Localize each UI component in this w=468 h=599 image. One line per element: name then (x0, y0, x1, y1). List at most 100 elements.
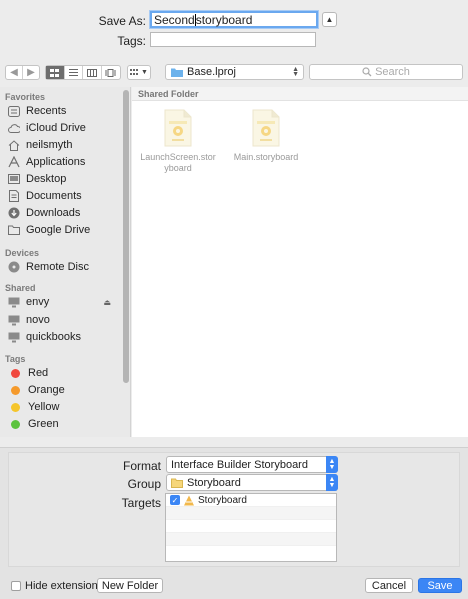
sidebar-item-applications[interactable]: Applications (8, 154, 123, 170)
sidebar-scrollbar[interactable] (123, 90, 129, 383)
format-value: Interface Builder Storyboard (171, 458, 308, 471)
hide-extension-label: Hide extension (25, 580, 98, 592)
sidebar-item-icloud-drive[interactable]: iCloud Drive (8, 120, 123, 136)
tags-field[interactable] (150, 32, 316, 47)
sidebar-item-label: Remote Disc (26, 261, 89, 273)
checkmark-icon[interactable]: ✓ (170, 495, 180, 505)
empty-row (166, 533, 336, 546)
columns-icon (86, 68, 97, 77)
nav-buttons: ◀ ▶ (5, 65, 40, 80)
sidebar-item-label: quickbooks (26, 331, 82, 343)
file-item[interactable]: LaunchScreen.stor yboard (138, 109, 218, 174)
empty-row (166, 546, 336, 559)
disc-icon (8, 261, 20, 273)
chevron-up-icon: ▲ (325, 15, 334, 24)
arrange-grid-icon (130, 69, 139, 75)
grid-icon (50, 68, 60, 77)
sidebar-tag-orange[interactable]: Orange (8, 382, 123, 398)
sidebar-item-label: envy (26, 296, 50, 308)
view-mode-group (45, 65, 121, 80)
target-label: Storyboard (198, 494, 247, 506)
coverflow-view-button[interactable] (102, 66, 120, 79)
sidebar-item-quickbooks[interactable]: quickbooks (8, 329, 123, 345)
checkbox-box[interactable] (11, 581, 21, 591)
sidebar-item-label: iCloud Drive (26, 122, 86, 134)
folder-icon (8, 224, 20, 236)
column-view-button[interactable] (83, 66, 102, 79)
sidebar-item-documents[interactable]: Documents (8, 188, 123, 204)
sidebar-item-label: Red (28, 367, 49, 379)
updown-arrows-icon: ▲ ▼ (292, 66, 299, 78)
save-as-value-start: Second (154, 13, 195, 27)
sidebar-tag-yellow[interactable]: Yellow (8, 399, 123, 415)
sidebar-item-label: Recents (26, 105, 67, 117)
app-target-icon (184, 495, 194, 505)
sidebar-item-desktop[interactable]: Desktop (8, 171, 123, 187)
sidebar-item-recents[interactable]: Recents (8, 103, 123, 119)
sidebar-item-label: Downloads (26, 207, 81, 219)
sidebar-item-envy[interactable]: envy ⏏ (8, 294, 123, 310)
tag-dot-icon (11, 402, 20, 412)
sidebar-item-downloads[interactable]: Downloads (8, 205, 123, 221)
back-icon[interactable]: ◀ (6, 66, 23, 79)
tag-dot-icon (11, 419, 20, 429)
sidebar-item-label: Google Drive (26, 224, 91, 236)
group-label: Group (127, 477, 161, 491)
applications-icon (8, 156, 20, 168)
search-field[interactable]: Search (309, 64, 463, 80)
sidebar-item-label: Green (28, 418, 59, 430)
save-header: Save As: Secondstoryboard ▲ Tags: (0, 0, 468, 58)
cloud-icon (8, 122, 20, 134)
tag-dot-icon (11, 368, 20, 378)
sidebar-tag-green[interactable]: Green (8, 416, 123, 432)
save-as-field[interactable]: Secondstoryboard (150, 11, 318, 28)
list-view-button[interactable] (65, 66, 83, 79)
cancel-button[interactable]: Cancel (365, 578, 413, 593)
sidebar-header-shared: Shared (5, 283, 36, 293)
sidebar-item-remote-disc[interactable]: Remote Disc (8, 259, 123, 275)
sidebar-header-devices: Devices (5, 248, 40, 258)
sidebar-item-label: Applications (26, 156, 86, 168)
eject-icon[interactable]: ⏏ (103, 298, 111, 307)
search-placeholder: Search (375, 66, 410, 78)
tag-dot-icon (11, 385, 20, 395)
target-row[interactable]: ✓ Storyboard (166, 494, 336, 507)
forward-icon[interactable]: ▶ (23, 66, 39, 79)
targets-list: ✓ Storyboard (165, 493, 337, 562)
new-folder-button[interactable]: New Folder (97, 578, 163, 593)
sidebar-item-google-drive[interactable]: Google Drive (8, 222, 123, 238)
file-browser: Shared Folder LaunchScreen.stor yboard M… (132, 87, 468, 437)
documents-icon (8, 190, 20, 202)
computer-icon (8, 296, 20, 308)
save-as-value-end: storyboard (195, 13, 253, 27)
icon-view-button[interactable] (46, 66, 65, 79)
file-name-line1: Main.storyboard (233, 152, 299, 162)
sidebar-item-label: Yellow (28, 401, 60, 413)
coverflow-icon (105, 68, 116, 77)
tags-label: Tags: (117, 34, 146, 48)
storyboard-file-icon (251, 109, 281, 147)
collapse-button[interactable]: ▲ (322, 12, 337, 27)
list-icon (68, 68, 78, 76)
format-label: Format (122, 459, 161, 473)
folder-icon (171, 478, 183, 488)
group-popup[interactable]: Storyboard ▲ ▼ (166, 474, 338, 491)
arrange-button[interactable]: ▼ (127, 65, 151, 80)
sidebar-item-label: neilsmyth (26, 139, 73, 151)
format-popup[interactable]: Interface Builder Storyboard ▲ ▼ (166, 456, 338, 473)
sidebar-item-label: Orange (28, 384, 65, 396)
location-popup[interactable]: Base.lproj ▲ ▼ (165, 64, 304, 80)
sidebar-item-novo[interactable]: novo (8, 312, 123, 328)
save-button[interactable]: Save (418, 578, 462, 593)
sidebar: Favorites Recents iCloud Drive neilsmyth… (0, 87, 131, 437)
sidebar-tag-red[interactable]: Red (8, 365, 123, 381)
updown-arrows-icon: ▲ ▼ (326, 456, 338, 473)
search-icon (362, 67, 372, 77)
file-item[interactable]: Main.storyboard (226, 109, 306, 163)
sidebar-item-neilsmyth[interactable]: neilsmyth (8, 137, 123, 153)
computer-icon (8, 331, 20, 343)
home-icon (8, 139, 20, 151)
updown-arrows-icon: ▲ ▼ (326, 474, 338, 491)
desktop-icon (8, 173, 20, 185)
hide-extension-checkbox[interactable]: Hide extension (11, 580, 98, 592)
